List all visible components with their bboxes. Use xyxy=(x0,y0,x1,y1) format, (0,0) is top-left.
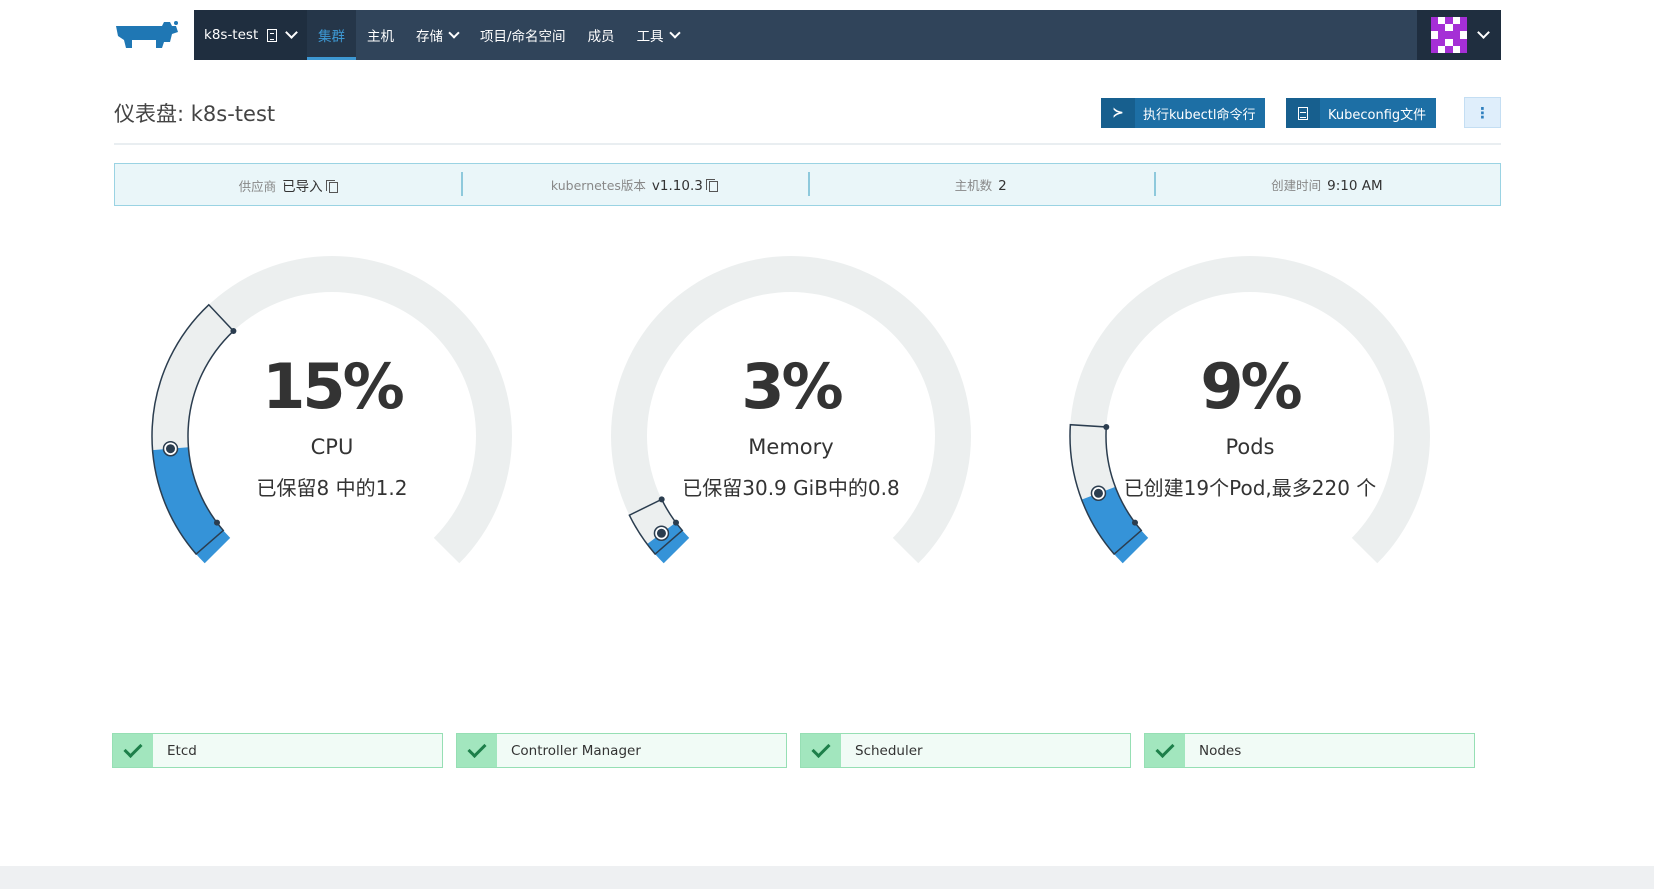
top-navbar: k8s-test 集群 主机 存储 项目/命名空间 成员 工具 xyxy=(194,10,1501,60)
nav-label: 工具 xyxy=(636,29,664,45)
copy-icon[interactable] xyxy=(705,179,718,192)
pods-gauge: 9% Pods 已创建19个Pod,最多220 个 xyxy=(1030,240,1470,620)
avatar xyxy=(1431,17,1467,53)
k8s-version-label: kubernetes版本 xyxy=(550,178,646,193)
nav-label: 存储 xyxy=(416,29,443,45)
footer-bar xyxy=(0,866,1654,889)
more-actions-button[interactable]: ⋮ xyxy=(1464,97,1501,128)
k8s-version-value: v1.10.3 xyxy=(651,178,703,194)
gauge-used-marker xyxy=(656,528,666,538)
gauge-arc xyxy=(611,256,971,564)
nav-item-members[interactable]: 成员 xyxy=(577,10,626,60)
status-ok-badge xyxy=(113,734,153,767)
gauge-arc xyxy=(151,256,512,564)
kubeconfig-button-label: Kubeconfig文件 xyxy=(1328,107,1427,123)
gauge-name: CPU xyxy=(310,435,354,459)
gauge-name: Pods xyxy=(1225,435,1275,459)
status-ok-badge xyxy=(1145,734,1185,767)
info-k8s-version: kubernetes版本 v1.10.3 xyxy=(461,172,807,196)
nav-label: 主机 xyxy=(367,29,394,45)
copy-icon[interactable] xyxy=(325,179,338,193)
cluster-info-bar: 供应商 已导入 kubernetes版本 v1.10.3 主机数 2 创建时间 9:10… xyxy=(114,163,1501,206)
user-menu[interactable] xyxy=(1417,10,1501,60)
status-label: Etcd xyxy=(167,742,197,759)
chevron-down-icon xyxy=(668,26,681,39)
rancher-logo-icon[interactable] xyxy=(112,18,182,54)
info-hosts: 主机数 2 xyxy=(807,172,1154,196)
gauge-reserved-marker xyxy=(1103,423,1110,430)
gauge-percent: 15% xyxy=(262,350,404,423)
kubeconfig-button[interactable]: Kubeconfig文件 xyxy=(1286,98,1437,128)
nav-label: 项目/命名空间 xyxy=(480,29,566,45)
status-label: Scheduler xyxy=(855,742,923,759)
info-created: 创建时间 9:10 AM xyxy=(1153,172,1500,196)
file-icon xyxy=(1298,106,1308,120)
nav-item-cluster[interactable]: 集群 xyxy=(307,10,356,60)
gauge-start-marker xyxy=(1131,519,1138,526)
created-value: 9:10 AM xyxy=(1327,178,1383,194)
status-scheduler: Scheduler xyxy=(800,733,1131,768)
kubectl-button[interactable]: ≻ 执行kubectl命令行 xyxy=(1101,98,1266,128)
provider-value: 已导入 xyxy=(282,178,323,195)
main-nav: 集群 主机 存储 项目/命名空间 成员 工具 xyxy=(307,10,690,60)
status-etcd: Etcd xyxy=(112,733,443,768)
gauge-detail: 已保留8 中的1.2 xyxy=(256,476,408,500)
check-icon xyxy=(123,738,143,759)
kubectl-button-label: 执行kubectl命令行 xyxy=(1143,107,1256,123)
gauge-name: Memory xyxy=(748,435,834,459)
gauge-reserved-marker xyxy=(230,328,237,335)
created-label: 创建时间 xyxy=(1271,178,1322,193)
status-ok-badge xyxy=(801,734,841,767)
gauge-percent: 9% xyxy=(1200,350,1302,423)
status-controller-manager: Controller Manager xyxy=(456,733,787,768)
gauge-detail: 已保留30.9 GiB中的0.8 xyxy=(682,476,900,500)
status-label: Nodes xyxy=(1199,742,1242,759)
nav-label: 集群 xyxy=(318,29,345,45)
terminal-icon: ≻ xyxy=(1101,98,1135,128)
gauge-start-marker xyxy=(672,519,679,526)
chevron-down-icon xyxy=(285,26,299,39)
gauge-detail: 已创建19个Pod,最多220 个 xyxy=(1123,476,1377,500)
check-icon xyxy=(467,738,487,759)
hosts-value: 2 xyxy=(998,178,1007,194)
chevron-down-icon xyxy=(1477,26,1490,39)
cluster-doc-icon xyxy=(267,28,278,42)
gauge-percent: 3% xyxy=(741,350,843,423)
memory-gauge: 3% Memory 已保留30.9 GiB中的0.8 xyxy=(571,240,1011,620)
check-icon xyxy=(1155,738,1175,759)
gauge-arc xyxy=(1069,256,1430,564)
nav-label: 成员 xyxy=(587,29,615,45)
nav-item-tools[interactable]: 工具 xyxy=(626,10,690,60)
info-provider: 供应商 已导入 xyxy=(115,175,461,195)
gauge-start-marker xyxy=(213,519,220,526)
cluster-switcher[interactable]: k8s-test xyxy=(194,10,307,60)
cpu-gauge: 15% CPU 已保留8 中的1.2 xyxy=(112,240,552,620)
check-icon xyxy=(811,738,831,759)
status-ok-badge xyxy=(457,734,497,767)
provider-label: 供应商 xyxy=(238,178,277,194)
page-title: 仪表盘: k8s-test xyxy=(114,102,276,126)
cluster-name: k8s-test xyxy=(204,27,259,43)
nav-item-storage[interactable]: 存储 xyxy=(405,10,469,60)
nav-item-hosts[interactable]: 主机 xyxy=(356,10,405,60)
file-icon-wrap xyxy=(1286,98,1320,128)
status-label: Controller Manager xyxy=(511,742,641,759)
nav-item-projects[interactable]: 项目/命名空间 xyxy=(469,10,577,60)
hosts-label: 主机数 xyxy=(954,178,993,193)
status-nodes: Nodes xyxy=(1144,733,1475,768)
divider xyxy=(114,143,1501,145)
chevron-down-icon xyxy=(448,26,460,39)
